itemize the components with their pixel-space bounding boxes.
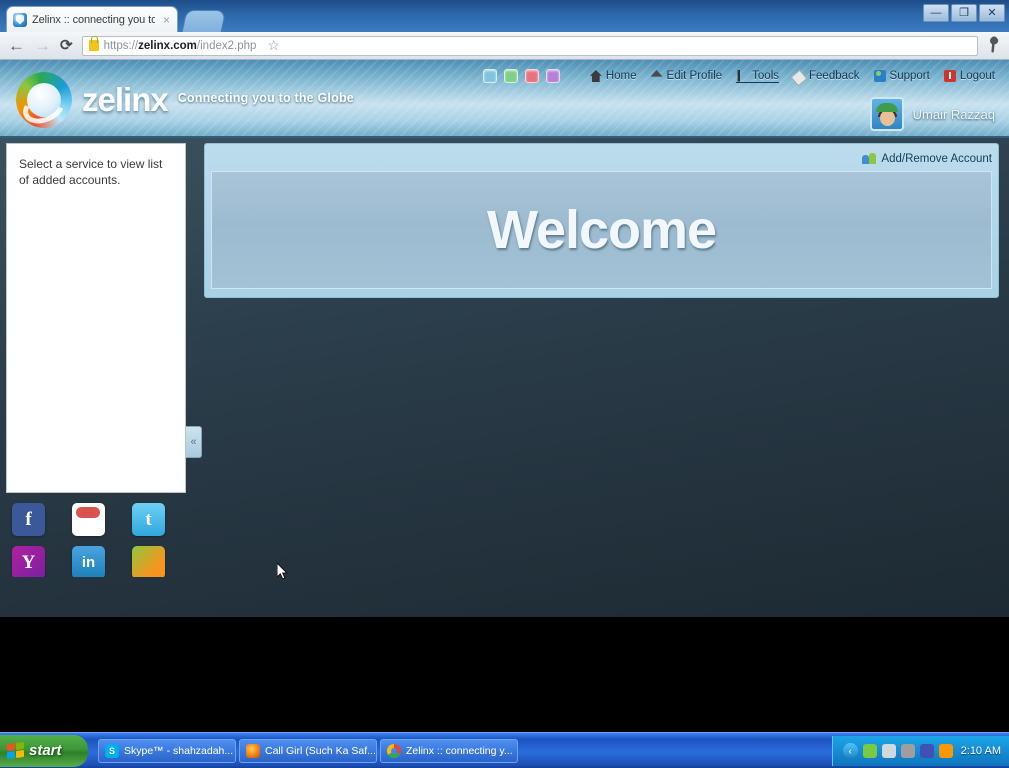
taskbar-item-label: Zelinx :: connecting y... bbox=[406, 744, 513, 757]
logout-icon bbox=[943, 70, 956, 82]
theme-swatches bbox=[482, 69, 560, 83]
update-icon[interactable] bbox=[900, 743, 915, 758]
main-panel: Add/Remove Account Welcome bbox=[204, 143, 999, 298]
tab-strip: Zelinx :: connecting you to th × bbox=[0, 6, 1009, 32]
nav-label: Home bbox=[605, 70, 637, 82]
restore-button[interactable]: ❐ bbox=[951, 4, 977, 22]
sidebar: Select a service to view list of added a… bbox=[6, 143, 186, 577]
feedback-icon bbox=[790, 69, 808, 87]
avatar[interactable] bbox=[869, 97, 904, 131]
theme-swatch-purple[interactable] bbox=[545, 69, 560, 83]
service-gmail-icon[interactable] bbox=[72, 503, 105, 536]
home-icon bbox=[589, 70, 602, 82]
nav-item-edit-profile[interactable]: Edit Profile bbox=[650, 70, 723, 82]
browser-tab[interactable]: Zelinx :: connecting you to th × bbox=[6, 6, 178, 32]
add-remove-account-link[interactable]: Add/Remove Account bbox=[862, 153, 992, 165]
back-icon[interactable]: ← bbox=[8, 37, 25, 54]
service-facebook-icon[interactable]: f bbox=[12, 503, 45, 536]
sidebar-hint-text: Select a service to view list of added a… bbox=[19, 157, 163, 187]
theme-swatch-green[interactable] bbox=[503, 69, 518, 83]
mouse-cursor bbox=[277, 563, 289, 581]
new-tab-button[interactable] bbox=[181, 10, 227, 32]
url-text: https://zelinx.com/index2.php bbox=[103, 39, 257, 52]
wrench-menu-icon[interactable] bbox=[983, 34, 1005, 56]
nav-label: Support bbox=[889, 70, 930, 82]
start-button[interactable]: start bbox=[0, 734, 88, 767]
taskbar-item-label: Call Girl (Such Ka Saf... bbox=[265, 744, 376, 757]
chrome-icon bbox=[387, 743, 401, 758]
support-icon bbox=[873, 70, 886, 82]
clock[interactable]: 2:10 AM bbox=[961, 745, 1001, 757]
windows-flag-icon bbox=[7, 741, 24, 760]
close-button[interactable]: ✕ bbox=[979, 4, 1005, 22]
nav-item-feedback[interactable]: Feedback bbox=[790, 68, 860, 87]
nav-item-support[interactable]: Support bbox=[873, 70, 930, 82]
service-twitter-icon[interactable]: t bbox=[132, 503, 165, 536]
service-msn-icon[interactable] bbox=[132, 546, 165, 577]
display-icon[interactable] bbox=[919, 743, 934, 758]
omnibox-actions: ☆ bbox=[261, 37, 280, 54]
taskbar-item-firefox[interactable]: Call Girl (Such Ka Saf... bbox=[239, 738, 377, 763]
system-tray: ‹ 2:10 AM bbox=[831, 735, 1009, 766]
service-icon-grid: f t Y in bbox=[6, 499, 186, 577]
nav-label: Tools bbox=[752, 69, 780, 82]
taskbar-item-label: Skype™ - shahzadah... bbox=[124, 744, 234, 757]
globe-logo-icon bbox=[16, 72, 72, 130]
shield-icon[interactable] bbox=[862, 743, 877, 758]
volume-icon[interactable] bbox=[938, 743, 953, 758]
service-yahoo-icon[interactable]: Y bbox=[12, 546, 45, 577]
taskbar-item-skype[interactable]: S Skype™ - shahzadah... bbox=[98, 738, 236, 763]
logo-tagline: Connecting you to the Globe bbox=[177, 91, 354, 105]
nav-item-home[interactable]: Home bbox=[589, 70, 637, 82]
page-content: Select a service to view list of added a… bbox=[0, 138, 1009, 617]
nav-item-tools[interactable]: Tools bbox=[736, 69, 780, 83]
nav-label: Logout bbox=[959, 70, 995, 82]
browser-window: Zelinx :: connecting you to th × — ❐ ✕ ←… bbox=[0, 0, 1009, 732]
close-icon[interactable]: × bbox=[160, 14, 173, 26]
forward-icon[interactable]: → bbox=[34, 37, 51, 54]
taskbar-item-chrome[interactable]: Zelinx :: connecting y... bbox=[380, 738, 518, 763]
reload-icon[interactable]: ⟳ bbox=[60, 38, 73, 53]
add-remove-label: Add/Remove Account bbox=[881, 153, 992, 165]
bookmark-star-icon[interactable]: ☆ bbox=[267, 37, 280, 54]
minimize-button[interactable]: — bbox=[923, 4, 949, 22]
service-linkedin-icon[interactable]: in bbox=[72, 546, 105, 577]
address-bar[interactable]: https://zelinx.com/index2.php ☆ bbox=[81, 35, 978, 56]
browser-titlebar: Zelinx :: connecting you to th × — ❐ ✕ bbox=[0, 0, 1009, 32]
panel-toolbar: Add/Remove Account bbox=[211, 150, 992, 168]
site-main-nav: Home Edit Profile Tools Feedback Support bbox=[482, 68, 995, 87]
theme-swatch-blue[interactable] bbox=[482, 69, 497, 83]
tab-title: Zelinx :: connecting you to th bbox=[32, 13, 155, 26]
network-icon[interactable] bbox=[881, 743, 896, 758]
shield-favicon-icon bbox=[13, 12, 27, 27]
web-page: zelinx Connecting you to the Globe Home … bbox=[0, 60, 1009, 617]
users-icon bbox=[862, 153, 877, 165]
logo-text: zelinx bbox=[82, 81, 169, 118]
sidebar-collapse-button[interactable]: « bbox=[186, 426, 202, 458]
lock-icon bbox=[88, 36, 99, 51]
nav-label: Feedback bbox=[809, 70, 860, 82]
nav-label: Edit Profile bbox=[666, 70, 723, 82]
site-logo[interactable]: zelinx Connecting you to the Globe bbox=[16, 72, 354, 130]
window-controls: — ❐ ✕ bbox=[923, 4, 1005, 22]
theme-swatch-red[interactable] bbox=[524, 69, 539, 83]
service-list-panel: Select a service to view list of added a… bbox=[6, 143, 186, 493]
tray-expand-icon[interactable]: ‹ bbox=[842, 743, 858, 758]
tools-icon bbox=[737, 69, 740, 82]
profile-icon bbox=[650, 70, 663, 77]
user-name: Umair Razzaq bbox=[912, 106, 995, 122]
site-header: zelinx Connecting you to the Globe Home … bbox=[0, 60, 1009, 138]
firefox-icon bbox=[246, 743, 260, 758]
nav-item-logout[interactable]: Logout bbox=[943, 70, 995, 82]
welcome-banner: Welcome bbox=[211, 171, 992, 289]
skype-icon: S bbox=[105, 743, 119, 758]
welcome-heading: Welcome bbox=[486, 200, 717, 260]
browser-toolbar: ← → ⟳ https://zelinx.com/index2.php ☆ bbox=[0, 32, 1009, 60]
taskbar-task-list: S Skype™ - shahzadah... Call Girl (Such … bbox=[98, 738, 518, 763]
user-account[interactable]: Umair Razzaq bbox=[869, 97, 995, 131]
taskbar: start S Skype™ - shahzadah... Call Girl … bbox=[0, 732, 1009, 768]
start-label: start bbox=[29, 742, 62, 759]
